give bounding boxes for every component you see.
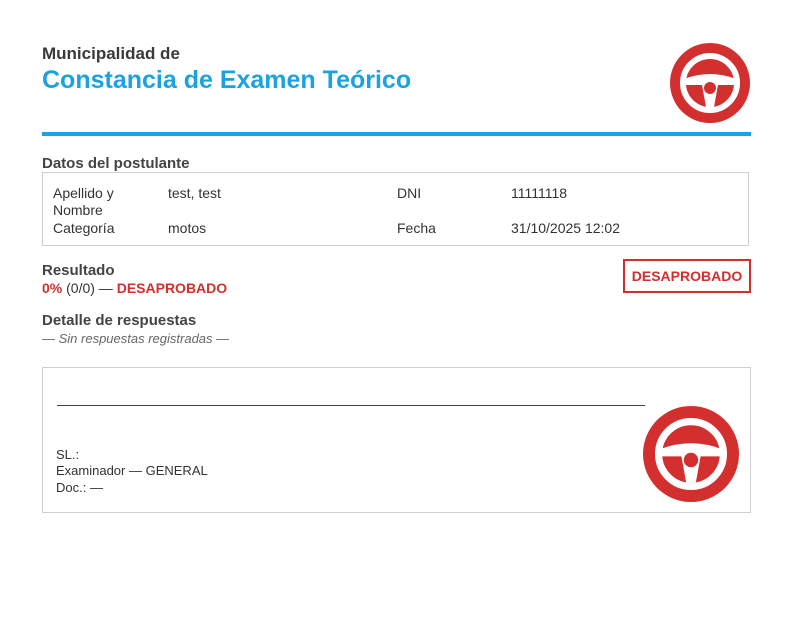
steering-wheel-icon	[643, 406, 739, 502]
category-label: Categoría	[53, 220, 115, 236]
page-title: Constancia de Examen Teórico	[42, 66, 412, 94]
examiner-label: Examinador — GENERAL	[56, 463, 208, 478]
details-empty-message: — Sin respuestas registradas —	[42, 331, 230, 346]
status-badge: DESAPROBADO	[623, 259, 751, 293]
doc-label: Doc.: —	[56, 480, 103, 495]
details-title: Detalle de respuestas	[42, 312, 197, 329]
steering-wheel-icon	[670, 43, 750, 123]
exam-certificate: Municipalidad de Constancia de Examen Te…	[0, 0, 792, 641]
result-percent: 0%	[42, 280, 63, 296]
date-value: 31/10/2025 12:02	[511, 220, 620, 236]
redacted-text	[179, 47, 230, 62]
date-label: Fecha	[397, 220, 436, 236]
municipality-name: Municipalidad de	[42, 44, 230, 64]
category-value: motos	[168, 220, 207, 236]
signer-name: SL.:	[56, 447, 150, 462]
signature-line	[57, 405, 645, 406]
applicant-section-title: Datos del postulante	[42, 155, 190, 172]
dni-value: 11111118	[511, 185, 568, 201]
result-summary: 0% (0/0) — DESAPROBADO	[42, 280, 227, 296]
result-score: (0/0) —	[66, 280, 113, 296]
municipality-label: Municipalidad de	[42, 44, 180, 63]
result-label: Resultado	[42, 262, 115, 279]
surname-label: Apellido y Nombre	[53, 185, 114, 218]
applicant-data-box: Apellido y Nombre test, test DNI 1111111…	[42, 172, 749, 246]
result-status: DESAPROBADO	[116, 280, 228, 296]
surname-value: test, test	[168, 185, 221, 201]
header-divider	[42, 132, 751, 136]
dni-label: DNI	[397, 185, 422, 201]
signer-prefix: SL.:	[56, 447, 80, 462]
redacted-text	[79, 449, 150, 462]
signature-box: SL.: Examinador — GENERAL Doc.: —	[42, 367, 751, 513]
